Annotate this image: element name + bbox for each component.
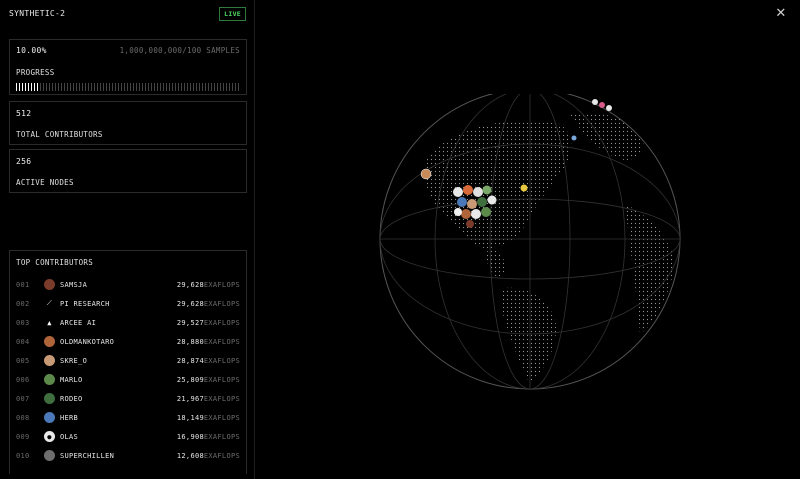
contributor-rank: 009 bbox=[16, 433, 30, 441]
contributor-row[interactable]: 010 SUPERCHILLEN 12,608 EXAFLOPS bbox=[16, 448, 240, 467]
contributor-row[interactable]: 008 HERB 18,149 EXAFLOPS bbox=[16, 410, 240, 429]
contributor-name: SKRE_O bbox=[60, 357, 88, 365]
avatar-person-icon bbox=[44, 336, 55, 347]
globe-map[interactable] bbox=[370, 94, 690, 394]
contributor-name: MARLO bbox=[60, 376, 83, 384]
contributor-rank: 004 bbox=[16, 338, 30, 346]
total-contributors-card: 512 TOTAL CONTRIBUTORS bbox=[9, 101, 247, 145]
contributor-row[interactable]: 009 ● OLAS 16,908 EXAFLOPS bbox=[16, 429, 240, 448]
contributor-exaflops: 29,527 bbox=[176, 319, 204, 327]
contributor-row[interactable]: 001 SAMSJA 29,628 EXAFLOPS bbox=[16, 277, 240, 296]
contributor-name: RODEO bbox=[60, 395, 83, 403]
contributors-list: 001 SAMSJA 29,628 EXAFLOPS 002 ⟋ PI RESEARCH 29… bbox=[16, 277, 240, 467]
exaflops-unit: EXAFLOPS bbox=[203, 395, 240, 403]
contributor-exaflops: 29,628 bbox=[176, 300, 204, 308]
avatar-person-icon bbox=[44, 374, 55, 385]
total-contributors-value: 512 bbox=[16, 109, 32, 118]
contributor-row[interactable]: 002 ⟋ PI RESEARCH 29,628 EXAFLOPS bbox=[16, 296, 240, 315]
contributor-rank: 008 bbox=[16, 414, 30, 422]
contributor-exaflops: 18,149 bbox=[176, 414, 204, 422]
exaflops-unit: EXAFLOPS bbox=[203, 281, 240, 289]
contributor-rank: 007 bbox=[16, 395, 30, 403]
avatar-person-icon bbox=[44, 393, 55, 404]
pi-logo-icon: ⟋ bbox=[44, 298, 55, 309]
contributor-rank: 006 bbox=[16, 376, 30, 384]
progress-bar bbox=[16, 83, 241, 91]
contributor-row[interactable]: 003 ▲ ARCEE AI 29,527 EXAFLOPS bbox=[16, 315, 240, 334]
contributor-exaflops: 29,628 bbox=[176, 281, 204, 289]
active-nodes-value: 256 bbox=[16, 157, 32, 166]
avatar-person-icon bbox=[44, 412, 55, 423]
top-contributors-title: TOP CONTRIBUTORS bbox=[16, 258, 94, 267]
contributor-rank: 002 bbox=[16, 300, 30, 308]
exaflops-unit: EXAFLOPS bbox=[203, 376, 240, 384]
contributor-rank: 003 bbox=[16, 319, 30, 327]
samples-count: 1,000,000,000/100 SAMPLES bbox=[119, 46, 240, 55]
contributor-rank: 010 bbox=[16, 452, 30, 460]
contributor-exaflops: 25,809 bbox=[176, 376, 204, 384]
arcee-logo-icon: ▲ bbox=[44, 317, 55, 328]
exaflops-unit: EXAFLOPS bbox=[203, 300, 240, 308]
progress-bar-fill bbox=[16, 83, 39, 91]
total-contributors-label: TOTAL CONTRIBUTORS bbox=[16, 130, 103, 139]
contributor-row[interactable]: 004 OLDMANKOTARO 28,880 EXAFLOPS bbox=[16, 334, 240, 353]
close-icon[interactable]: ✕ bbox=[775, 7, 787, 20]
exaflops-unit: EXAFLOPS bbox=[203, 433, 240, 441]
contributor-row[interactable]: 007 RODEO 21,967 EXAFLOPS bbox=[16, 391, 240, 410]
contributor-rank: 001 bbox=[16, 281, 30, 289]
header: SYNTHETIC-2 LIVE bbox=[9, 7, 246, 21]
contributor-name: SUPERCHILLEN bbox=[60, 452, 115, 460]
active-nodes-label: ACTIVE NODES bbox=[16, 178, 74, 187]
exaflops-unit: EXAFLOPS bbox=[203, 414, 240, 422]
contributor-exaflops: 21,967 bbox=[176, 395, 204, 403]
contributor-name: PI RESEARCH bbox=[60, 300, 110, 308]
olas-logo-icon: ● bbox=[44, 431, 55, 442]
contributor-name: SAMSJA bbox=[60, 281, 88, 289]
contributor-name: OLAS bbox=[60, 433, 79, 441]
contributor-row[interactable]: 005 SKRE_O 28,874 EXAFLOPS bbox=[16, 353, 240, 372]
progress-card: 10.00% 1,000,000,000/100 SAMPLES PROGRES… bbox=[9, 39, 247, 95]
progress-label: PROGRESS bbox=[16, 68, 55, 77]
contributor-exaflops: 28,874 bbox=[176, 357, 204, 365]
top-contributors-card: TOP CONTRIBUTORS 001 SAMSJA 29,628 EXAFLOPS… bbox=[9, 250, 247, 474]
avatar-person-icon bbox=[44, 355, 55, 366]
exaflops-unit: EXAFLOPS bbox=[203, 452, 240, 460]
contributor-exaflops: 16,908 bbox=[176, 433, 204, 441]
contributor-exaflops: 12,608 bbox=[176, 452, 204, 460]
app-title: SYNTHETIC-2 bbox=[9, 9, 66, 18]
exaflops-unit: EXAFLOPS bbox=[203, 357, 240, 365]
avatar-person-icon bbox=[44, 450, 55, 461]
exaflops-unit: EXAFLOPS bbox=[203, 338, 240, 346]
contributor-name: HERB bbox=[60, 414, 79, 422]
sidebar: SYNTHETIC-2 LIVE 10.00% 1,000,000,000/10… bbox=[0, 0, 255, 479]
contributor-row[interactable]: 006 MARLO 25,809 EXAFLOPS bbox=[16, 372, 240, 391]
exaflops-unit: EXAFLOPS bbox=[203, 319, 240, 327]
contributor-name: ARCEE AI bbox=[60, 319, 97, 327]
progress-percent: 10.00% bbox=[16, 46, 47, 55]
avatar-person-icon bbox=[44, 279, 55, 290]
contributor-rank: 005 bbox=[16, 357, 30, 365]
active-nodes-card: 256 ACTIVE NODES bbox=[9, 149, 247, 193]
contributor-exaflops: 28,880 bbox=[176, 338, 204, 346]
live-badge: LIVE bbox=[219, 7, 246, 21]
contributor-name: OLDMANKOTARO bbox=[60, 338, 115, 346]
